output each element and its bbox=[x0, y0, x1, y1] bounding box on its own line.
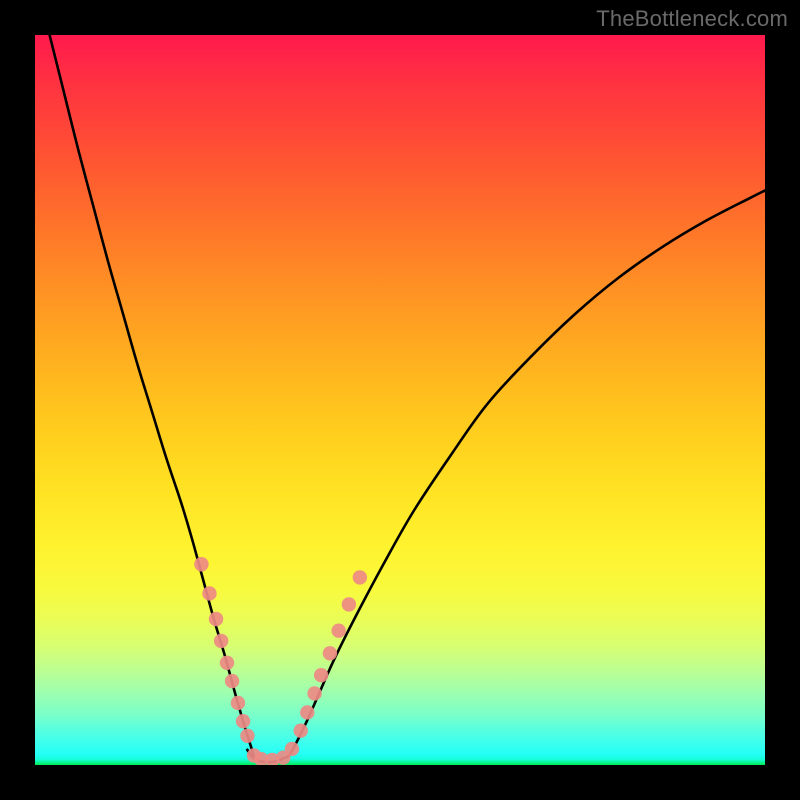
data-marker bbox=[314, 668, 328, 682]
data-marker bbox=[220, 656, 234, 670]
data-marker bbox=[240, 729, 254, 743]
data-marker bbox=[307, 686, 321, 700]
data-marker bbox=[194, 557, 208, 571]
plot-area bbox=[35, 35, 765, 765]
data-marker bbox=[236, 714, 250, 728]
data-marker bbox=[225, 674, 239, 688]
data-marker bbox=[294, 723, 308, 737]
data-marker bbox=[342, 597, 356, 611]
data-marker bbox=[209, 612, 223, 626]
curve-path bbox=[50, 35, 765, 762]
data-marker bbox=[231, 696, 245, 710]
data-marker bbox=[214, 634, 228, 648]
bottleneck-curve bbox=[50, 35, 765, 762]
data-marker bbox=[300, 705, 314, 719]
data-marker bbox=[331, 623, 345, 637]
data-markers bbox=[194, 557, 367, 765]
data-marker bbox=[323, 646, 337, 660]
data-marker bbox=[353, 570, 367, 584]
watermark-text: TheBottleneck.com bbox=[596, 6, 788, 32]
outer-frame: TheBottleneck.com bbox=[0, 0, 800, 800]
data-marker bbox=[202, 586, 216, 600]
chart-svg bbox=[35, 35, 765, 765]
data-marker bbox=[285, 742, 299, 756]
